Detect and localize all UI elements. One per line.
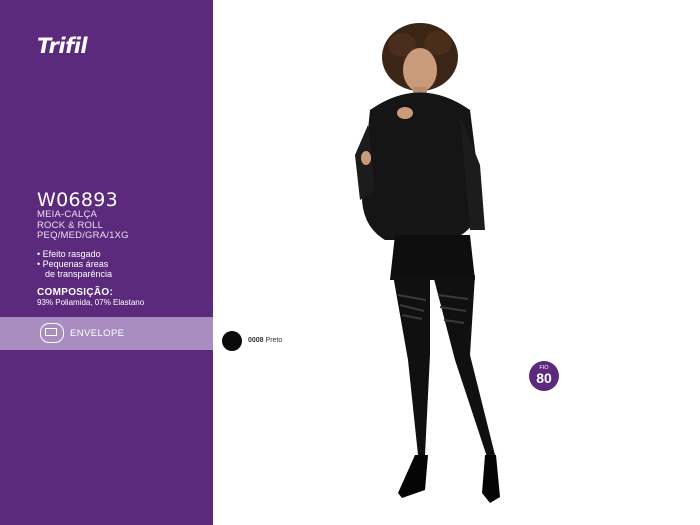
brand-logo: Trifil — [37, 34, 88, 58]
color-name: Preto — [265, 337, 283, 344]
product-sizes: PEQ/MED/GRA/1XG — [37, 230, 129, 241]
composition-value: 93% Poliamida, 07% Elastano — [37, 298, 145, 307]
composition-title: COMPOSIÇÃO: — [37, 287, 114, 298]
product-name-line1: MEIA-CALÇA — [37, 209, 98, 220]
model-photo — [355, 23, 500, 503]
fio-value: 80 — [536, 370, 552, 386]
envelope-pack-icon — [40, 323, 64, 343]
product-info-panel: Trifil W06893 MEIA-CALÇA ROCK & ROLL PEQ… — [0, 0, 213, 525]
feature-item: de transparência — [45, 269, 113, 279]
color-label: 0008 Preto — [248, 337, 282, 344]
feature-item: • Efeito rasgado — [37, 249, 101, 259]
packaging-label: ENVELOPE — [70, 328, 125, 339]
color-code: 0008 — [248, 337, 264, 344]
packaging-bar: ENVELOPE — [0, 317, 213, 350]
product-name-block: MEIA-CALÇA ROCK & ROLL PEQ/MED/GRA/1XG — [37, 209, 129, 242]
feature-list: • Efeito rasgado • Pequenas áreas de tra… — [37, 249, 112, 279]
feature-item: • Pequenas áreas — [37, 259, 109, 269]
fio-badge: FIO 80 — [529, 361, 559, 391]
product-code: W06893 — [37, 189, 119, 211]
color-swatch[interactable] — [222, 331, 242, 351]
